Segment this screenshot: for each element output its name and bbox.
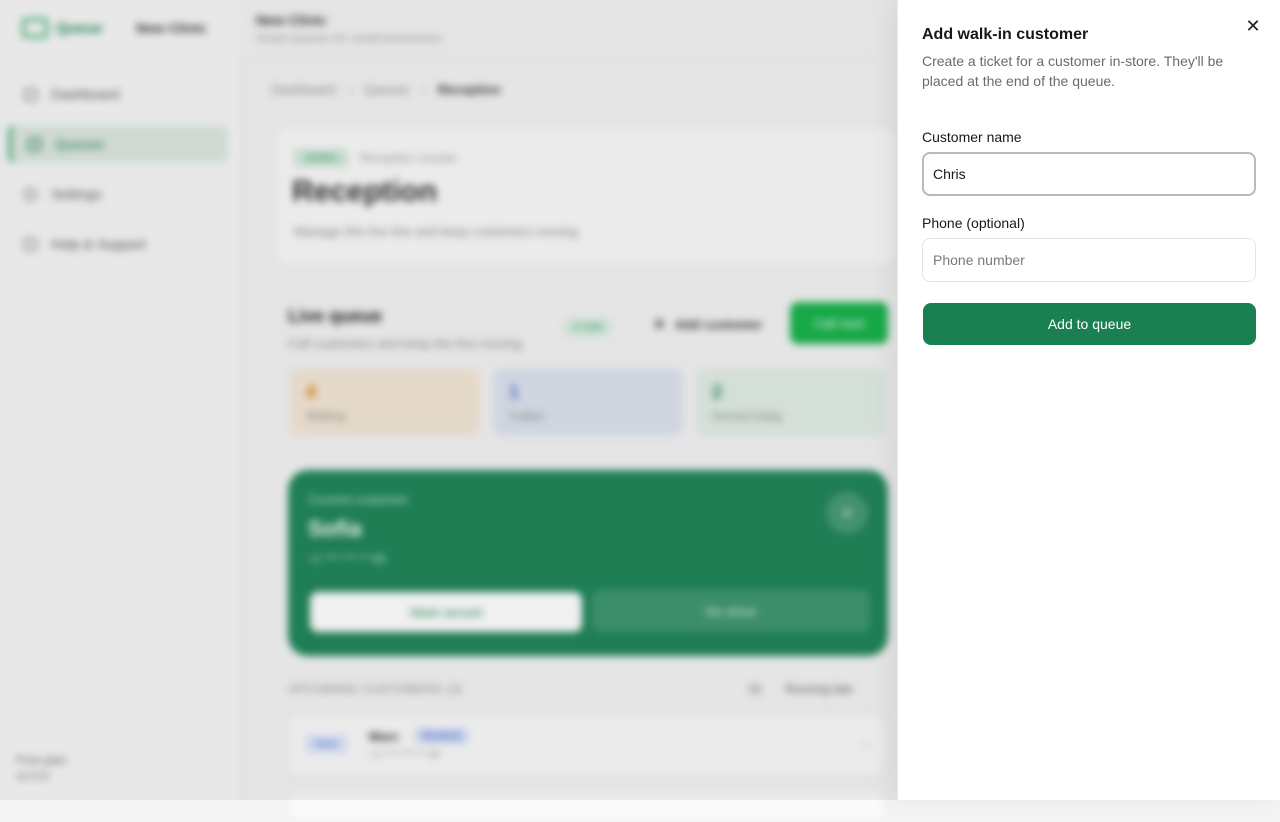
drawer-description: Create a ticket for a customer in-store.… [922,53,1224,89]
close-icon[interactable]: ✕ [1243,16,1263,36]
customer-name-input[interactable] [922,152,1256,196]
phone-input[interactable] [922,238,1256,282]
phone-label: Phone (optional) [922,215,1025,231]
customer-name-label: Customer name [922,129,1022,145]
add-to-queue-button[interactable]: Add to queue [923,303,1256,345]
drawer-title: Add walk-in customer [922,26,1089,43]
add-walk-in-drawer: ✕ Add walk-in customer Create a ticket f… [897,0,1280,800]
